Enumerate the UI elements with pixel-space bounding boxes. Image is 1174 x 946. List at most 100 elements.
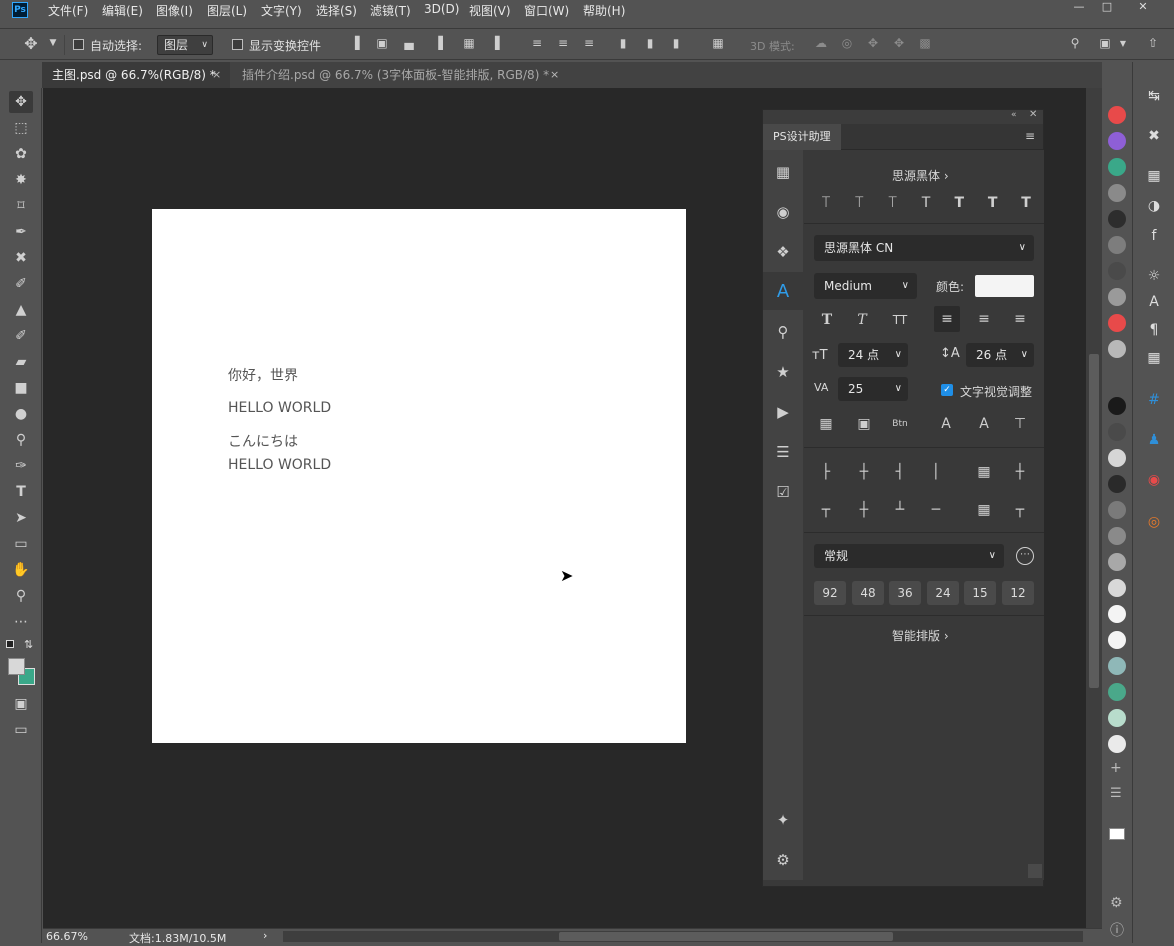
lasso-tool-icon[interactable]: ✿ [9, 143, 33, 165]
align-bottom-icon[interactable]: ▄ [400, 36, 418, 52]
3d-slide-icon[interactable]: ✥ [890, 36, 908, 52]
weight-medium-icon[interactable]: T [947, 192, 971, 214]
gradient-tool-icon[interactable]: ■ [9, 377, 33, 399]
character-icon[interactable]: A [1144, 292, 1164, 312]
artboard[interactable]: 你好，世界 HELLO WORLD こんにちは HELLO WORLD [152, 209, 686, 743]
menu-edit[interactable]: 编辑(E) [102, 2, 143, 19]
screen-mode-icon[interactable]: ▭ [9, 719, 33, 741]
color-swatch[interactable] [1108, 709, 1126, 727]
button-icon[interactable]: Btn [888, 413, 912, 435]
hand-tool-icon[interactable]: ✋ [9, 559, 33, 581]
size-preset-button[interactable]: 48 [852, 581, 884, 605]
align-right-icon[interactable]: ▐ [486, 36, 504, 52]
align-spacing-v-icon[interactable]: ┬ [1008, 499, 1032, 521]
text-frame-icon[interactable]: A [934, 413, 958, 435]
weight-regular-icon[interactable]: T [914, 192, 938, 214]
color-swatch[interactable] [1108, 423, 1126, 441]
more-tools-icon[interactable]: ⋯ [9, 611, 33, 633]
3d-roll-icon[interactable]: ◎ [838, 36, 856, 52]
tab-main[interactable]: 主图.psd @ 66.7%(RGB/8) * × [42, 62, 230, 88]
leading-dropdown[interactable]: 26 点 ∨ [966, 343, 1034, 367]
weight-light-icon[interactable]: T [881, 192, 905, 214]
gear-icon[interactable]: ⚙ [1110, 895, 1123, 911]
healing-brush-tool-icon[interactable]: ✖ [9, 247, 33, 269]
auto-align-icon[interactable]: ▦ [709, 36, 727, 52]
align-vcenter-icon[interactable]: ▣ [373, 36, 391, 52]
distribute-left-icon[interactable]: ▮ [614, 36, 632, 52]
text-underline-icon[interactable]: ⊤ [1008, 413, 1032, 435]
distribute-space-v-icon[interactable]: ▦ [972, 499, 996, 521]
zoom-tool-icon[interactable]: ⚲ [9, 585, 33, 607]
chevron-down-icon[interactable]: ▼ [44, 38, 62, 54]
color-swatch[interactable] [1108, 210, 1126, 228]
size-preset-button[interactable]: 12 [1002, 581, 1034, 605]
weight-thin-icon[interactable]: T [814, 192, 838, 214]
info-icon[interactable]: ⓘ [1110, 920, 1124, 940]
color-swatch[interactable] [1108, 262, 1126, 280]
pen-tool-icon[interactable]: ✑ [9, 455, 33, 477]
size-preset-button[interactable]: 92 [814, 581, 846, 605]
color-swatch[interactable] [1108, 397, 1126, 415]
close-icon[interactable]: × [212, 62, 221, 88]
eraser-tool-icon[interactable]: ▰ [9, 351, 33, 373]
menu-image[interactable]: 图像(I) [156, 2, 193, 19]
align-top-edge-icon[interactable]: ┬ [814, 499, 838, 521]
weight-extralight-icon[interactable]: T [847, 192, 871, 214]
red-plugin-icon[interactable]: ◉ [1144, 470, 1164, 490]
swap-colors-icon[interactable]: ⇅ [24, 638, 33, 651]
clone-stamp-tool-icon[interactable]: ▲ [9, 299, 33, 321]
move-tool-icon[interactable]: ✥ [22, 34, 40, 53]
close-icon[interactable]: ✕ [1132, 0, 1154, 14]
history-brush-tool-icon[interactable]: ✐ [9, 325, 33, 347]
distribute-top-icon[interactable]: ≡ [528, 36, 546, 52]
share-icon[interactable]: ⇧ [1144, 36, 1162, 52]
align-center-v-icon[interactable]: ┼ [852, 499, 876, 521]
menu-help[interactable]: 帮助(H) [583, 2, 625, 19]
minimize-icon[interactable]: — [1068, 0, 1090, 14]
color-swatch[interactable] [1108, 683, 1126, 701]
add-swatch-icon[interactable]: + [1110, 760, 1122, 776]
menu-view[interactable]: 视图(V) [469, 2, 511, 19]
text-box-icon[interactable]: ▣ [852, 413, 876, 435]
color-swatch[interactable] [1108, 340, 1126, 358]
text-align-left-icon[interactable]: ≡ [935, 308, 959, 330]
quick-mask-icon[interactable]: ▣ [9, 693, 33, 715]
auto-select-checkbox[interactable] [73, 39, 84, 50]
panel-menu-icon[interactable]: ≡ [1025, 129, 1035, 143]
canvas-text-chinese[interactable]: 你好，世界 [228, 365, 298, 385]
crop-tool-icon[interactable]: ⌑ [9, 195, 33, 217]
grid-plugin-icon[interactable]: # [1144, 390, 1164, 410]
panel-tab[interactable]: PS设计助理 [763, 124, 841, 150]
history-icon[interactable]: ↹ [1144, 86, 1164, 106]
distribute-v-icon[interactable]: ─ [924, 499, 948, 521]
horizontal-scrollbar[interactable] [283, 931, 1083, 942]
align-left-edge-icon[interactable]: ├ [814, 461, 838, 483]
adjustments-icon[interactable]: ◑ [1144, 196, 1164, 216]
collapse-icon[interactable]: « [1011, 110, 1017, 120]
menu-layer[interactable]: 图层(L) [207, 2, 247, 19]
font-search-icon[interactable]: ⚲ [773, 322, 793, 342]
pin-icon[interactable]: ✦ [773, 810, 793, 830]
menu-3d[interactable]: 3D(D) [424, 2, 459, 16]
menu-window[interactable]: 窗口(W) [524, 2, 569, 19]
font-weight-dropdown[interactable]: Medium ∨ [814, 273, 917, 299]
menu-select[interactable]: 选择(S) [316, 2, 357, 19]
color-swatch[interactable] [1108, 158, 1126, 176]
tools-cross-icon[interactable]: ✖ [1144, 126, 1164, 146]
color-swatch[interactable] [1108, 475, 1126, 493]
distribute-vcenter-icon[interactable]: ≡ [554, 36, 572, 52]
3d-pan-icon[interactable]: ✥ [864, 36, 882, 52]
font-size-dropdown[interactable]: 24 点 ∨ [838, 343, 908, 367]
color-swatch[interactable] [1108, 449, 1126, 467]
settings-gear-icon[interactable]: ⚙ [773, 850, 793, 870]
zoom-level[interactable]: 66.67% [46, 930, 88, 943]
palette-icon[interactable]: ☼ [1144, 266, 1164, 286]
text-align-center-icon[interactable]: ≡ [972, 308, 996, 330]
canvas-text-japanese[interactable]: こんにちは [228, 431, 298, 451]
no-color-swatch[interactable] [1109, 828, 1125, 840]
close-icon[interactable]: × [550, 62, 559, 88]
distribute-right-icon[interactable]: ▮ [667, 36, 685, 52]
align-top-icon[interactable]: ▐ [346, 36, 364, 52]
maximize-icon[interactable]: □ [1096, 0, 1118, 14]
type-tool-icon[interactable]: T [9, 481, 33, 503]
